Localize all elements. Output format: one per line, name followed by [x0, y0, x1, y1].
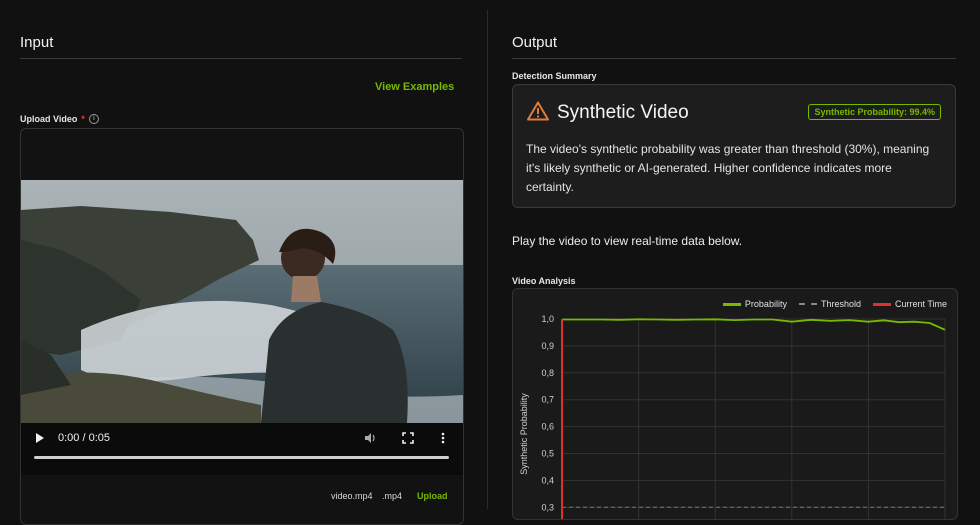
y-tick-label: 0,6 [541, 422, 554, 432]
chart-legend: Probability Threshold Current Time [722, 299, 947, 309]
info-icon[interactable]: i [88, 114, 99, 124]
time-display: 0:00 / 0:05 [58, 432, 110, 444]
y-tick-label: 0,8 [541, 368, 554, 378]
legend-probability-label: Probability [744, 299, 787, 309]
legend-current-time-label: Current Time [894, 299, 947, 309]
y-tick-label: 0,3 [541, 502, 554, 512]
chart-plot-area: 1,0 0,9 0,8 0,7 0,6 0,5 0,4 0,3 [541, 314, 946, 519]
y-tick-label: 0,7 [541, 395, 554, 405]
summary-title: Synthetic Video [557, 102, 689, 123]
input-title-rule [20, 58, 462, 59]
more-vertical-icon [441, 432, 445, 444]
output-panel: Output Detection Summary Synthetic Video… [488, 0, 980, 520]
output-title: Output [512, 34, 558, 51]
more-options-button[interactable] [441, 432, 445, 447]
video-thumbnail-image [21, 180, 463, 423]
output-title-rule [512, 58, 956, 59]
y-axis-title: Synthetic Probability [518, 393, 529, 475]
y-tick-label: 0,5 [541, 449, 554, 459]
video-analysis-label: Video Analysis [512, 276, 576, 286]
file-extension: .mp4 [382, 491, 403, 501]
play-hint-text: Play the video to view real-time data be… [512, 234, 743, 248]
play-button[interactable] [35, 432, 45, 447]
required-mark: * [81, 114, 85, 124]
video-progress-bar[interactable] [34, 456, 449, 459]
play-icon [36, 433, 44, 443]
legend-threshold-swatch [798, 303, 817, 305]
y-tick-label: 1,0 [541, 314, 554, 324]
legend-threshold[interactable]: Threshold [798, 299, 861, 309]
view-examples-link[interactable]: View Examples [375, 81, 454, 93]
mute-button[interactable] [364, 432, 378, 447]
probability-badge: Synthetic Probability: 99.4% [808, 104, 941, 120]
upload-video-label-text: Upload Video [20, 114, 78, 124]
probability-series-line [562, 318, 946, 331]
video-analysis-chart: Probability Threshold Current Time Synth… [512, 288, 958, 520]
legend-threshold-label: Threshold [820, 299, 861, 309]
input-title: Input [20, 34, 54, 51]
y-tick-label: 0,9 [541, 341, 554, 351]
fullscreen-icon [402, 432, 414, 444]
video-upload-box[interactable]: 0:00 / 0:05 [20, 128, 464, 525]
input-panel: Input View Examples Upload Video * i 0:0… [0, 0, 487, 525]
fullscreen-button[interactable] [402, 432, 414, 447]
legend-current-time-swatch [872, 302, 891, 306]
summary-description: The video's synthetic probability was gr… [526, 142, 930, 194]
legend-current-time[interactable]: Current Time [872, 299, 947, 309]
video-frame[interactable] [21, 180, 463, 423]
detection-summary-label: Detection Summary [512, 71, 597, 81]
file-name: video.mp4 [331, 491, 373, 501]
upload-video-label: Upload Video * i [20, 114, 99, 124]
y-tick-label: 0,4 [541, 475, 554, 485]
warning-icon [527, 101, 549, 121]
legend-probability-swatch [722, 302, 741, 306]
video-controls: 0:00 / 0:05 [21, 423, 463, 475]
volume-icon [365, 433, 375, 443]
legend-probability[interactable]: Probability [722, 299, 787, 309]
upload-button[interactable]: Upload [417, 491, 448, 501]
detection-summary-card: Synthetic Video Synthetic Probability: 9… [512, 84, 956, 208]
